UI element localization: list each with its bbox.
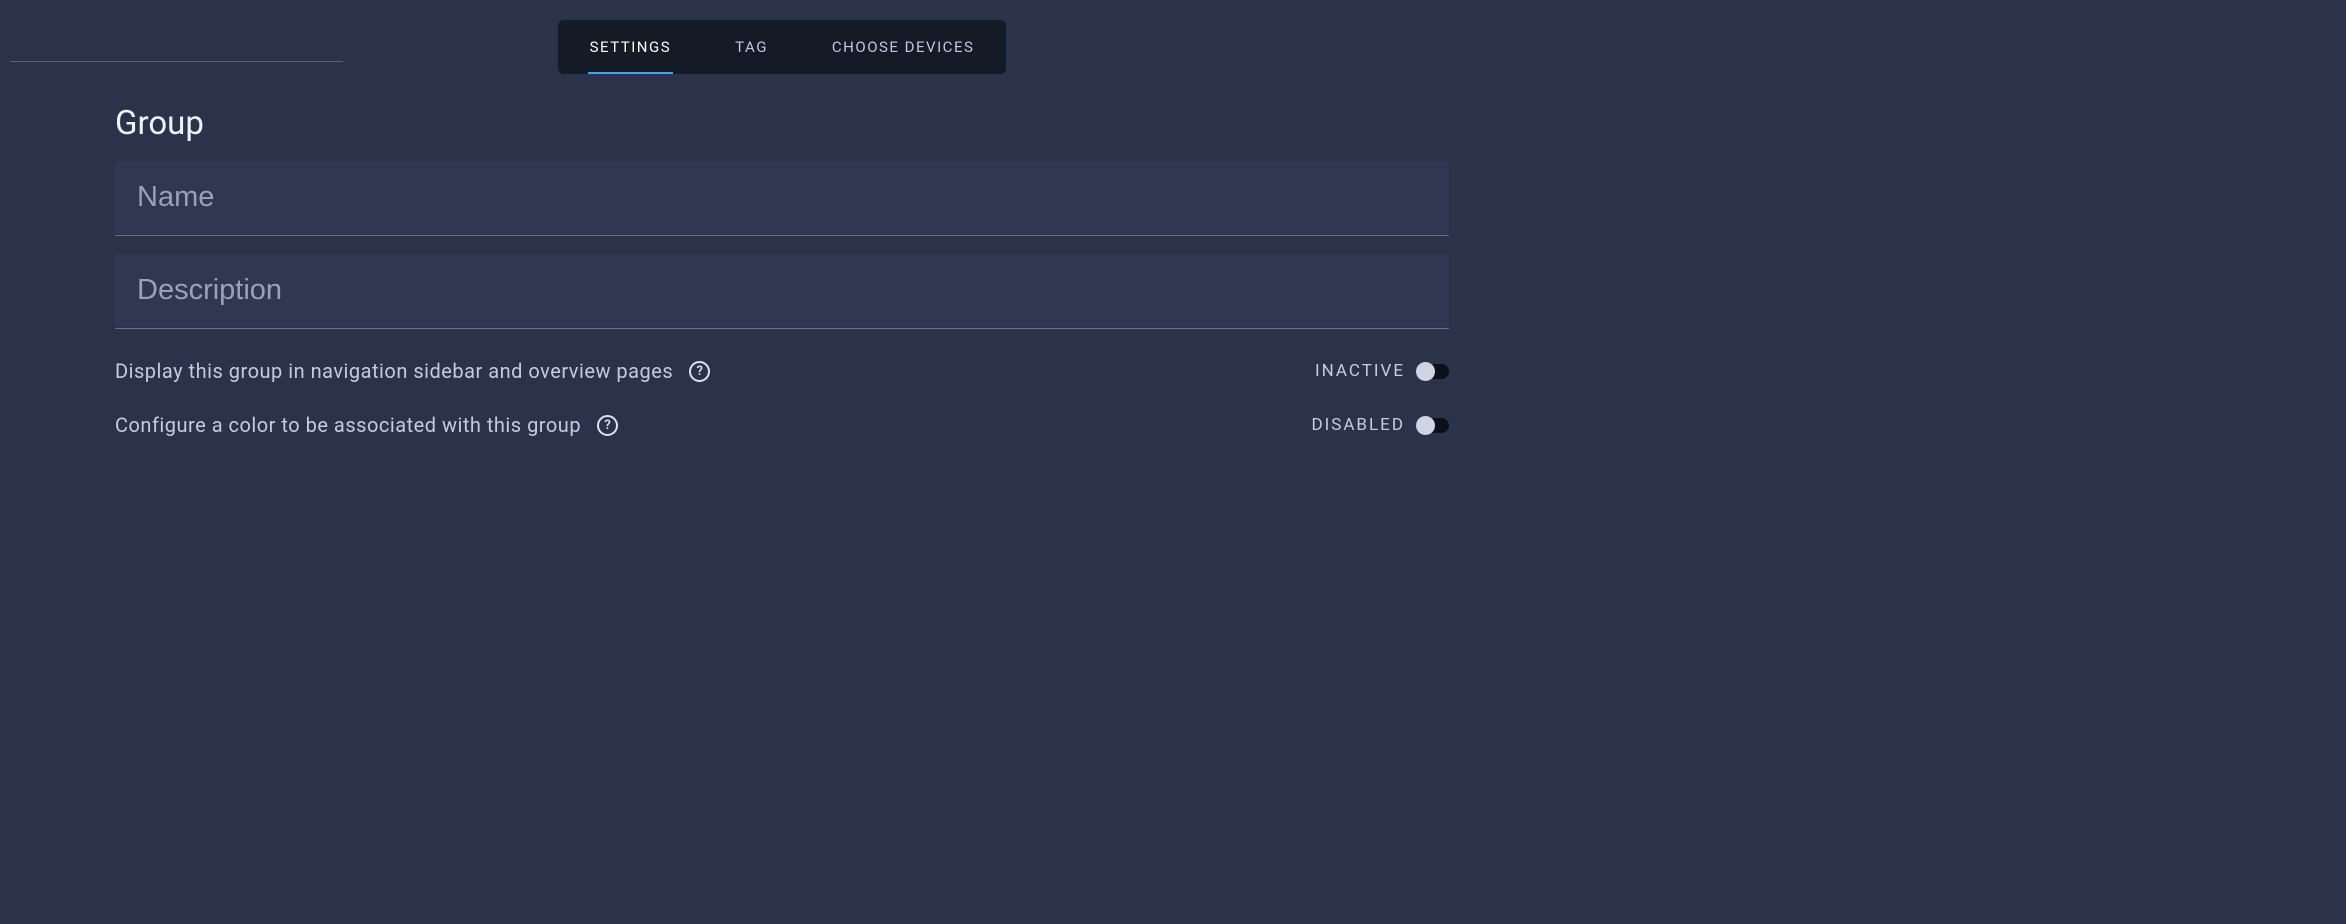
option-row-display-sidebar: Display this group in navigation sidebar… [115,359,1449,383]
tabs-container: SETTINGS TAG CHOOSE DEVICES [0,0,1564,74]
option-row-left: Configure a color to be associated with … [115,413,618,437]
toggle-configure-color[interactable] [1417,418,1449,433]
state-label-display-sidebar: INACTIVE [1315,361,1405,381]
input-underline [115,235,1449,236]
group-name-input[interactable] [115,161,1449,234]
group-description-input[interactable] [115,254,1449,327]
option-row-configure-color: Configure a color to be associated with … [115,413,1449,437]
top-divider [10,61,343,62]
option-row-left: Display this group in navigation sidebar… [115,359,710,383]
tab-choose-devices[interactable]: CHOOSE DEVICES [800,20,1006,74]
option-label-configure-color: Configure a color to be associated with … [115,413,581,437]
state-label-configure-color: DISABLED [1311,415,1405,435]
settings-panel: Group Display this group in navigation s… [0,74,1564,437]
tabs: SETTINGS TAG CHOOSE DEVICES [558,20,1007,74]
input-underline [115,328,1449,329]
toggle-display-sidebar[interactable] [1417,364,1449,379]
help-icon[interactable]: ? [597,415,618,436]
tab-tag[interactable]: TAG [703,20,800,74]
option-row-right: INACTIVE [1315,361,1449,381]
tab-settings[interactable]: SETTINGS [558,20,704,74]
option-label-display-sidebar: Display this group in navigation sidebar… [115,359,673,383]
toggle-knob [1416,416,1435,435]
section-title: Group [115,104,1449,143]
option-row-right: DISABLED [1311,415,1449,435]
toggle-knob [1416,362,1435,381]
help-icon[interactable]: ? [689,361,710,382]
